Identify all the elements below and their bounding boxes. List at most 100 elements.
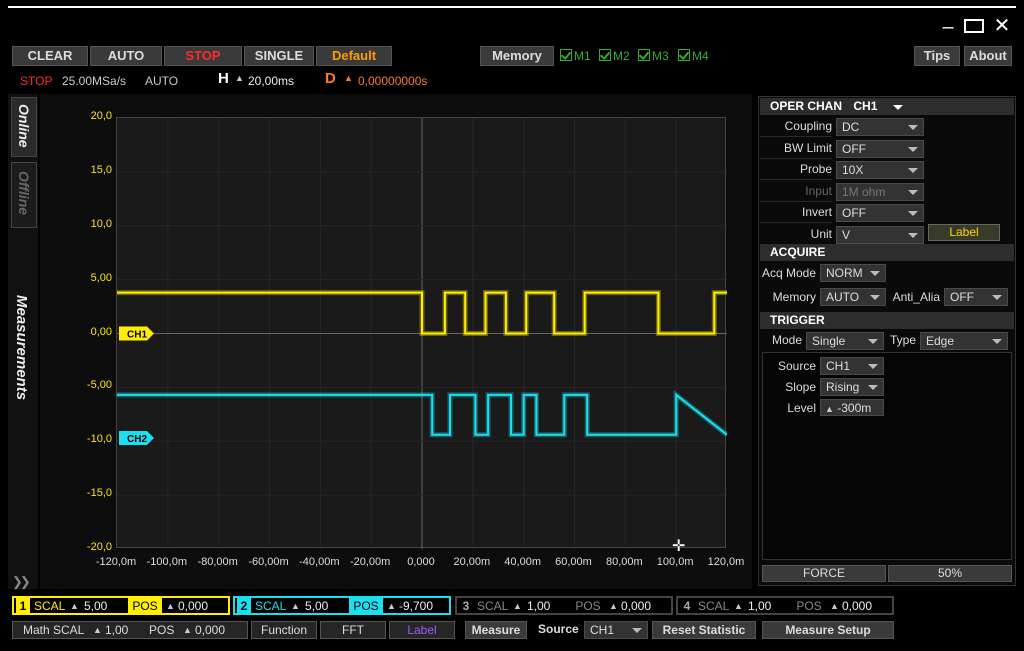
memory-select[interactable]: AUTO xyxy=(820,288,886,306)
trigger-level-input[interactable]: ▲ -300m xyxy=(820,399,884,416)
measure-button[interactable]: Measure xyxy=(465,621,527,639)
x-tick-label: 120,0m xyxy=(707,556,745,568)
channel-2-number[interactable]: 2 xyxy=(237,598,251,614)
about-button[interactable]: About xyxy=(964,46,1012,66)
math-controls: Math SCAL ▲ 1,00 POS ▲ 0,000 xyxy=(12,621,248,639)
spin-icon[interactable]: ▲ xyxy=(93,622,102,638)
channel-2-scal-value[interactable]: 5,00 xyxy=(305,598,328,614)
series-ch1-trace xyxy=(117,291,727,335)
spin-icon[interactable]: ▲ xyxy=(291,598,300,614)
trigger-type-select[interactable]: Edge xyxy=(920,332,1008,350)
trigger-type-label: Type xyxy=(889,333,916,347)
acq-mode-select[interactable]: NORM xyxy=(820,264,886,282)
trigger-slope-select[interactable]: Rising xyxy=(820,378,884,396)
channel-3-pos-value[interactable]: 0,000 xyxy=(621,598,651,614)
run-state: STOP xyxy=(20,74,53,88)
marker-label: CH2 xyxy=(127,434,147,445)
minimize-icon[interactable]: – xyxy=(936,12,960,42)
spin-icon[interactable]: ▲ xyxy=(387,598,396,614)
chevron-down-icon xyxy=(868,339,878,344)
m1-checkbox[interactable]: M1 xyxy=(560,48,591,64)
channel-2-controls: 2 SCAL ▲ 5,00 POS ▲ -9,700 xyxy=(233,596,451,615)
math-fft-button[interactable]: FFT xyxy=(320,621,386,639)
channel-4-number[interactable]: 4 xyxy=(680,598,694,614)
channel-1-scal-label: SCAL xyxy=(34,599,66,613)
chevron-down-icon xyxy=(870,271,880,276)
channel-2-scal-label: SCAL xyxy=(255,599,287,613)
math-label-button[interactable]: Label xyxy=(389,621,455,639)
tab-measurements[interactable]: Measurements xyxy=(13,295,30,400)
channel-1-scal-value[interactable]: 5,00 xyxy=(84,598,107,614)
tips-button[interactable]: Tips xyxy=(914,46,960,66)
chevron-down-icon xyxy=(632,628,642,633)
trigger-mode-select[interactable]: Single xyxy=(806,332,884,350)
oper-chan-select[interactable]: CH1 xyxy=(853,99,877,113)
math-pos-value[interactable]: 0,000 xyxy=(195,622,225,638)
channel-3-scal-value[interactable]: 1,00 xyxy=(527,598,550,614)
tab-online[interactable]: Online xyxy=(11,97,37,157)
channel-1-pos-value[interactable]: 0,000 xyxy=(178,598,208,614)
math-scal-value[interactable]: 1,00 xyxy=(105,622,128,638)
channel-1-number[interactable]: 1 xyxy=(16,598,30,614)
source-label: Source xyxy=(777,359,816,373)
spin-icon[interactable]: ▲ xyxy=(513,598,522,614)
y-tick-label: 0,00 xyxy=(90,325,112,338)
probe-select[interactable]: 10X xyxy=(836,161,924,179)
waveform-plot[interactable]: CH1 CH2 xyxy=(116,117,727,549)
expand-icon[interactable]: ❯❯ xyxy=(12,574,31,590)
anti-alias-select[interactable]: OFF xyxy=(944,288,1008,306)
h-value[interactable]: 20,00ms xyxy=(248,73,294,89)
unit-select[interactable]: V xyxy=(836,225,924,244)
chevron-down-icon[interactable] xyxy=(892,105,903,110)
spin-icon[interactable]: ▲ xyxy=(609,598,618,614)
cursor-crosshair-icon: ✛ xyxy=(672,538,686,555)
spin-icon[interactable]: ▲ xyxy=(344,73,353,83)
slope-label: Slope xyxy=(785,380,816,394)
invert-select[interactable]: OFF xyxy=(836,204,924,222)
y-tick-label: 5,00 xyxy=(90,271,112,284)
trigger-source-select[interactable]: CH1 xyxy=(820,357,884,375)
math-scal-label: Math SCAL xyxy=(23,623,85,637)
spin-icon[interactable]: ▲ xyxy=(70,598,79,614)
tab-offline[interactable]: Offline xyxy=(11,162,37,228)
spin-icon[interactable]: ▲ xyxy=(825,404,834,414)
spin-icon[interactable]: ▲ xyxy=(166,598,175,614)
channel-2-pos-label: POS xyxy=(349,598,383,614)
spin-icon[interactable]: ▲ xyxy=(183,622,192,638)
clear-button[interactable]: CLEAR xyxy=(12,46,88,66)
close-icon[interactable]: ✕ xyxy=(990,11,1014,41)
spin-icon[interactable]: ▲ xyxy=(734,598,743,614)
single-button[interactable]: SINGLE xyxy=(244,46,314,66)
channel-4-scal-label: SCAL xyxy=(698,599,730,613)
measure-source-select[interactable]: CH1 xyxy=(584,621,648,639)
m4-checkbox[interactable]: M4 xyxy=(678,48,709,64)
spin-icon[interactable]: ▲ xyxy=(235,73,244,83)
m3-checkbox[interactable]: M3 xyxy=(638,48,669,64)
unit-label-button[interactable]: Label xyxy=(928,224,1000,241)
math-function-button[interactable]: Function xyxy=(251,621,317,639)
channel-3-number[interactable]: 3 xyxy=(459,598,473,614)
bw-limit-label: BW Limit xyxy=(760,138,832,159)
trigger-mode-readout: AUTO xyxy=(145,74,179,88)
m2-checkbox[interactable]: M2 xyxy=(599,48,630,64)
auto-button[interactable]: AUTO xyxy=(90,46,162,66)
reset-statistic-button[interactable]: Reset Statistic xyxy=(652,621,756,639)
coupling-select[interactable]: DC xyxy=(836,118,924,136)
force-button[interactable]: FORCE xyxy=(762,565,886,582)
d-value[interactable]: 0,00000000s xyxy=(358,73,427,89)
bw-limit-select[interactable]: OFF xyxy=(836,139,924,158)
channel-2-pos-value[interactable]: -9,700 xyxy=(399,598,433,614)
chevron-down-icon xyxy=(908,232,918,238)
channel-4-pos-value[interactable]: 0,000 xyxy=(842,598,872,614)
memory-button[interactable]: Memory xyxy=(480,46,554,66)
channel-4-scal-value[interactable]: 1,00 xyxy=(748,598,771,614)
maximize-icon[interactable] xyxy=(964,19,984,33)
spin-icon[interactable]: ▲ xyxy=(830,598,839,614)
measure-setup-button[interactable]: Measure Setup xyxy=(762,621,894,639)
channel-1-controls: 1 SCAL ▲ 5,00 POS ▲ 0,000 xyxy=(12,596,230,615)
trigger-mode-label: Mode xyxy=(771,333,802,347)
chevron-down-icon xyxy=(992,339,1002,344)
default-button[interactable]: Default xyxy=(316,46,392,66)
stop-button[interactable]: STOP xyxy=(164,46,242,66)
trigger-50-button[interactable]: 50% xyxy=(888,565,1012,582)
